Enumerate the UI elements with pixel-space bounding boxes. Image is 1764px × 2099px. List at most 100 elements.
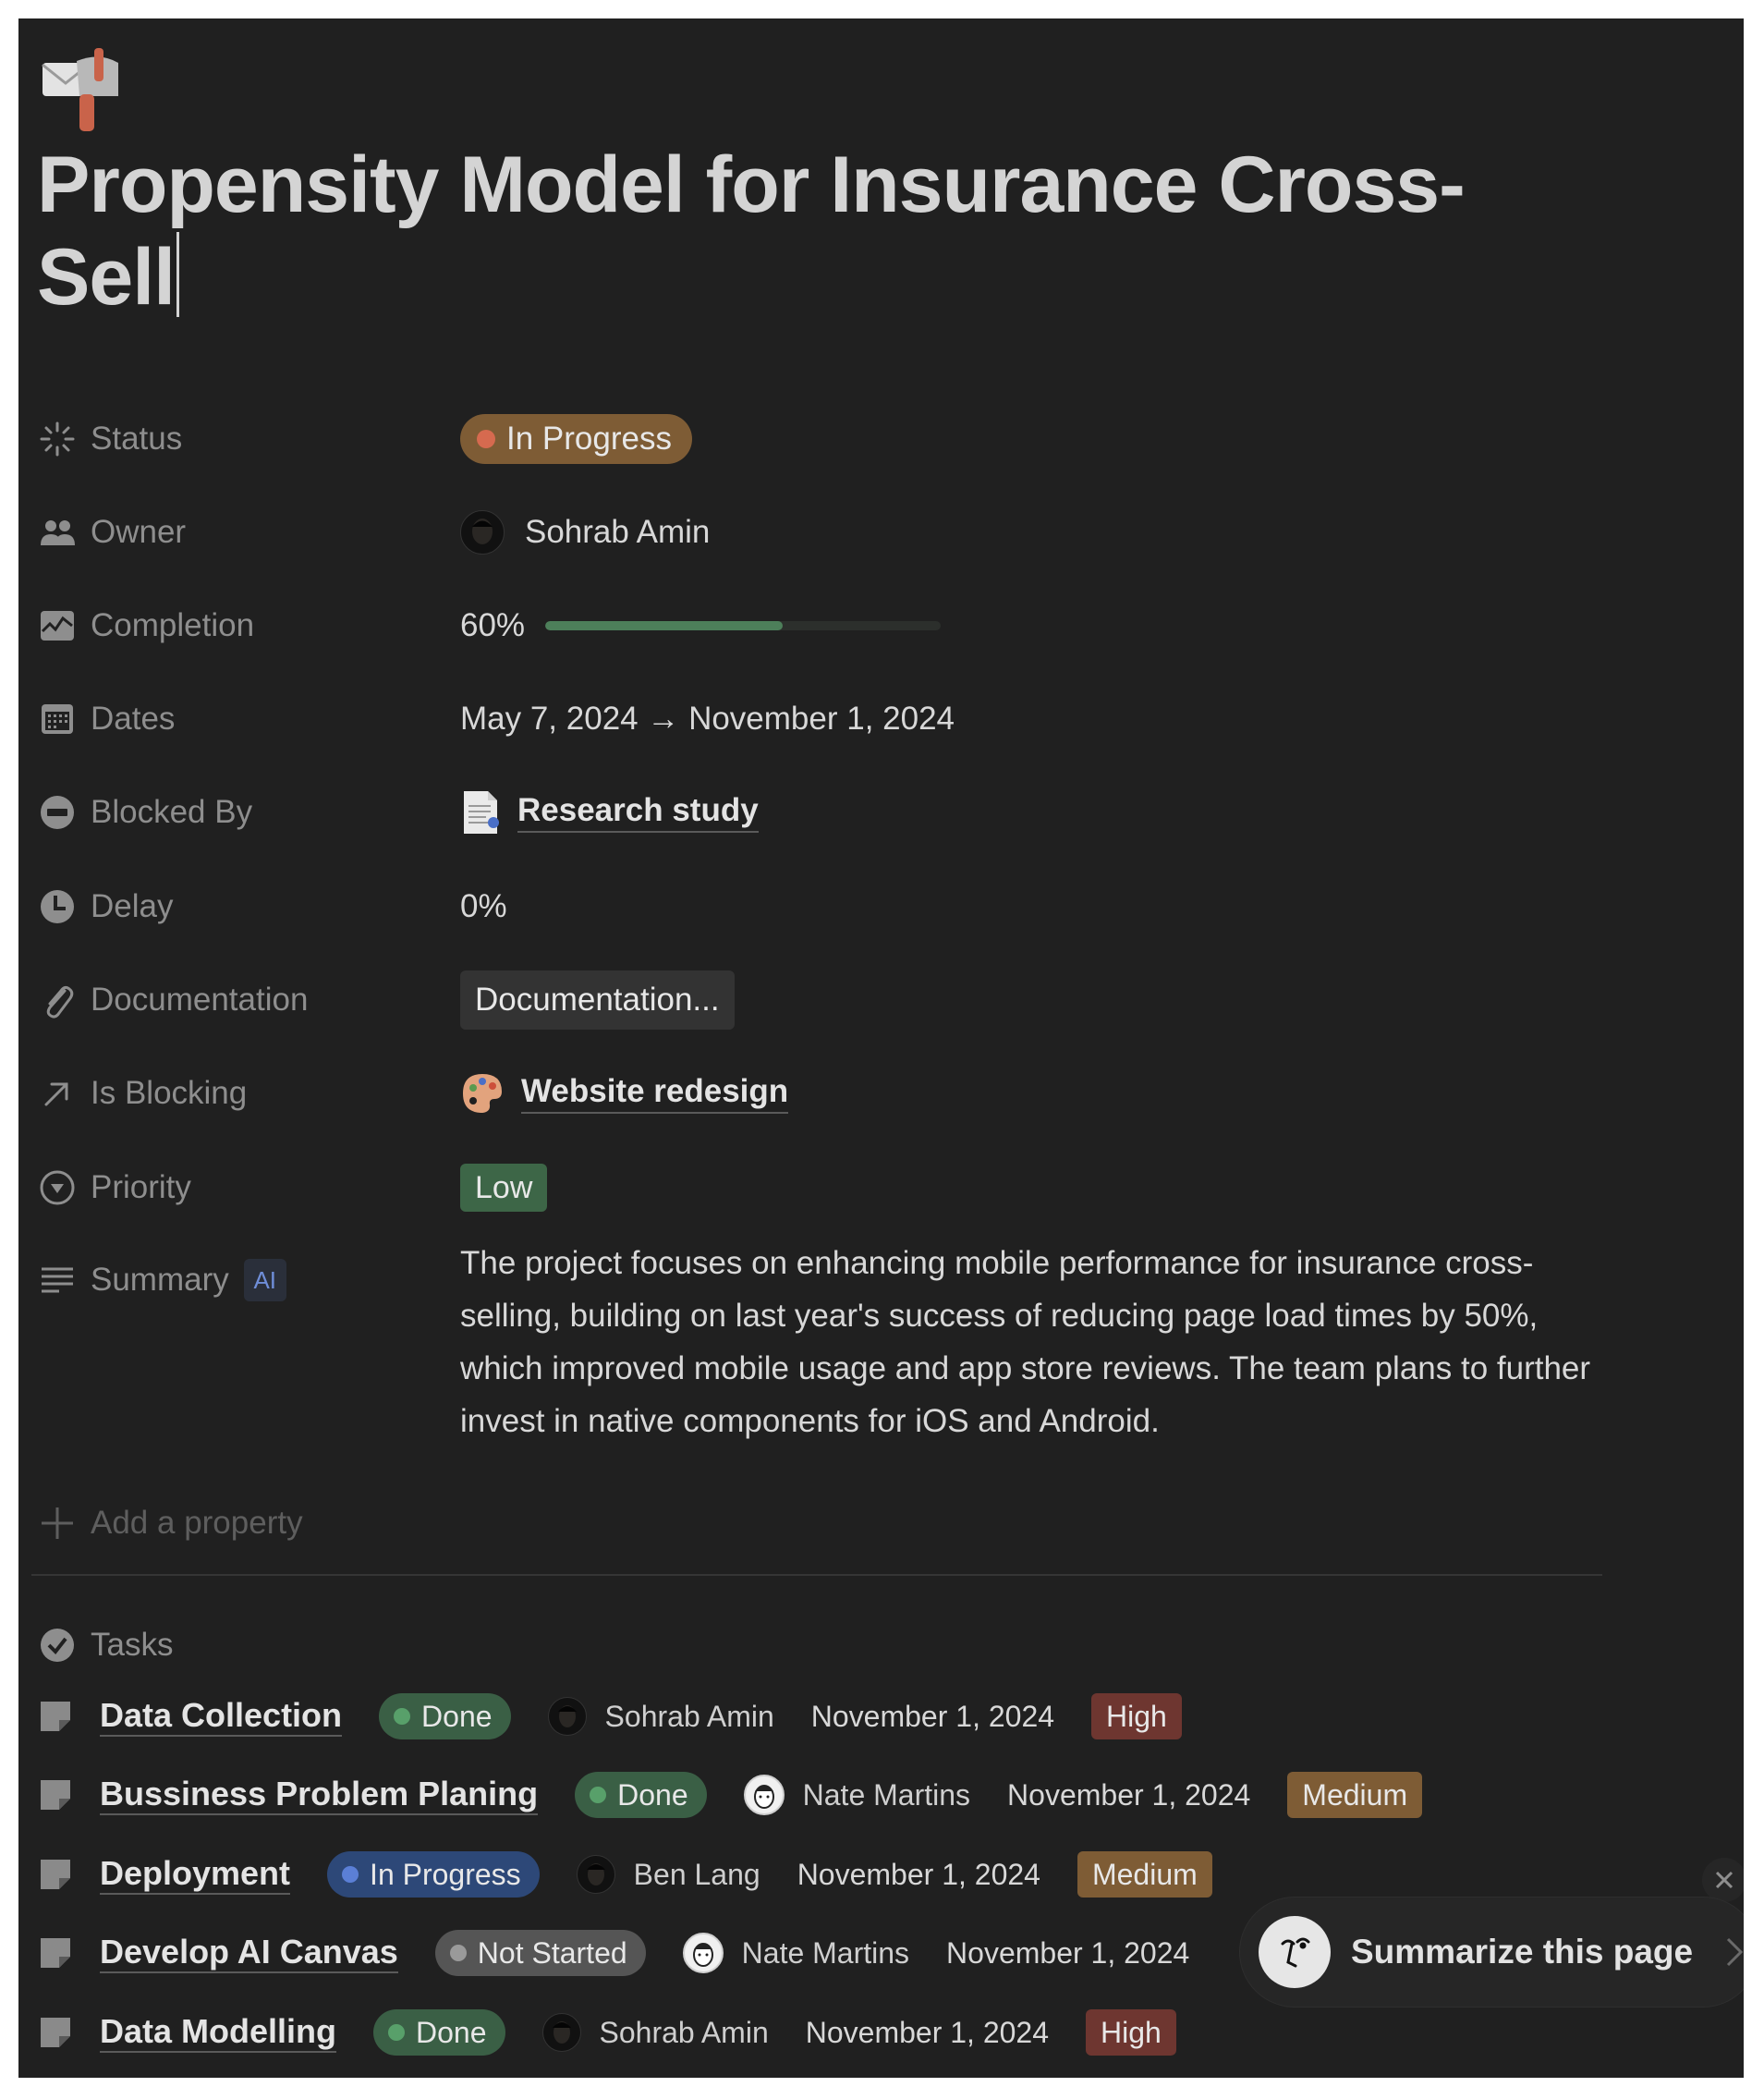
property-blocked-by: Blocked By Research study <box>18 785 1589 840</box>
property-status: Status In Progress <box>18 411 1589 467</box>
add-property-button[interactable]: Add a property <box>37 1495 303 1551</box>
task-status-badge[interactable]: Done <box>379 1693 511 1739</box>
task-status-badge[interactable]: Not Started <box>434 1930 646 1976</box>
avatar <box>460 510 505 555</box>
task-title-link[interactable]: Data Modelling <box>100 2012 337 2053</box>
delay-value[interactable]: 0% <box>460 879 507 934</box>
dates-value[interactable]: May 7, 2024 → November 1, 2024 <box>460 691 955 747</box>
chart-icon <box>37 605 78 646</box>
task-priority-tag[interactable]: Medium <box>1077 1851 1212 1898</box>
text-lines-icon <box>37 1260 78 1300</box>
plus-icon <box>37 1503 78 1544</box>
task-status-badge[interactable]: In Progress <box>327 1851 540 1898</box>
task-title-link[interactable]: Data Collection <box>100 1696 343 1737</box>
document-icon <box>460 789 501 836</box>
task-date[interactable]: November 1, 2024 <box>797 1858 1040 1892</box>
property-is-blocking: Is Blocking Website redesign <box>18 1066 1589 1121</box>
avatar <box>576 1855 615 1894</box>
task-date[interactable]: November 1, 2024 <box>806 2016 1049 2050</box>
property-dates: Dates May 7, 2024 → November 1, 2024 <box>18 691 1589 747</box>
arrow-up-right-icon <box>37 1073 78 1114</box>
task-row: Data Modelling Done Sohrab Amin November 1,… <box>37 2005 1176 2060</box>
check-circle-icon <box>37 1625 78 1666</box>
blocked-by-link[interactable]: Research study <box>517 792 759 833</box>
task-title-link[interactable]: Deployment <box>100 1854 291 1895</box>
paperclip-icon <box>37 980 78 1020</box>
task-owner[interactable]: Nate Martins <box>742 1936 909 1971</box>
property-label-completion[interactable]: Completion <box>37 598 444 653</box>
status-dot <box>388 2024 406 2041</box>
priority-tag[interactable]: Low <box>460 1164 548 1212</box>
calendar-icon <box>37 699 78 739</box>
avatar <box>743 1775 785 1815</box>
property-documentation: Documentation Documentation... <box>18 970 1589 1030</box>
task-owner[interactable]: Sohrab Amin <box>605 1700 774 1734</box>
task-owner[interactable]: Ben Lang <box>634 1858 760 1892</box>
status-dot <box>449 1945 467 1961</box>
task-date[interactable]: November 1, 2024 <box>1007 1778 1250 1812</box>
property-owner: Owner Sohrab Amin <box>18 505 1589 560</box>
property-completion: Completion 60% <box>18 598 1589 653</box>
page-icon <box>37 1776 74 1813</box>
page-icon <box>37 2014 74 2051</box>
property-label-summary[interactable]: Summary AI <box>37 1252 444 1308</box>
page-icon <box>37 1856 74 1893</box>
task-date[interactable]: November 1, 2024 <box>811 1700 1054 1734</box>
completion-progress-bar <box>545 621 942 630</box>
text-caret <box>176 232 179 317</box>
summarize-page-button[interactable]: Summarize this page <box>1240 1898 1744 2007</box>
task-row: Bussiness Problem Planing Done Nate Martin… <box>37 1767 1423 1823</box>
status-dot <box>342 1866 359 1883</box>
mailbox-icon[interactable] <box>35 44 128 133</box>
avatar <box>541 2013 581 2052</box>
palette-icon <box>460 1071 505 1116</box>
completion-progress-fill <box>545 621 783 630</box>
status-dot <box>590 1787 607 1803</box>
task-row: Develop AI Canvas Not Started Nate Martins… <box>37 1925 1226 1981</box>
notion-ai-face-icon <box>1259 1916 1331 1988</box>
documentation-file[interactable]: Documentation... <box>460 970 735 1030</box>
tasks-label[interactable]: Tasks <box>37 1617 173 1673</box>
property-label-status[interactable]: Status <box>37 411 444 467</box>
property-priority: Priority Low <box>18 1160 1589 1215</box>
task-date[interactable]: November 1, 2024 <box>946 1936 1189 1971</box>
avatar <box>547 1697 587 1736</box>
owner-value[interactable]: Sohrab Amin <box>460 505 710 560</box>
task-title-link[interactable]: Bussiness Problem Planing <box>100 1775 539 1815</box>
property-label-priority[interactable]: Priority <box>37 1160 444 1215</box>
clock-icon <box>37 886 78 927</box>
task-owner[interactable]: Sohrab Amin <box>600 2016 769 2050</box>
people-icon <box>37 512 78 553</box>
task-priority-tag[interactable]: High <box>1086 2009 1176 2056</box>
avatar <box>682 1933 724 1973</box>
priority-icon <box>37 1167 78 1208</box>
property-label-dates[interactable]: Dates <box>37 691 444 747</box>
close-icon <box>1715 1871 1734 1889</box>
property-label-is-blocking[interactable]: Is Blocking <box>37 1066 444 1121</box>
status-icon <box>37 419 78 459</box>
is-blocking-link[interactable]: Website redesign <box>521 1073 789 1114</box>
task-status-badge[interactable]: Done <box>575 1772 707 1818</box>
property-label-documentation[interactable]: Documentation <box>37 972 444 1028</box>
task-row: Data Collection Done Sohrab Amin November 1… <box>37 1689 1182 1744</box>
task-title-link[interactable]: Develop AI Canvas <box>100 1933 398 1973</box>
page-panel: Propensity Model for Insurance Cross-Sel… <box>18 18 1744 2078</box>
task-owner[interactable]: Nate Martins <box>803 1778 970 1812</box>
divider <box>31 1574 1602 1576</box>
task-priority-tag[interactable]: Medium <box>1287 1772 1423 1818</box>
status-dot <box>477 430 495 448</box>
property-label-delay[interactable]: Delay <box>37 879 444 934</box>
page-icon <box>37 1934 74 1971</box>
page-title[interactable]: Propensity Model for Insurance Cross-Sel… <box>37 139 1534 323</box>
page-icon <box>37 1698 74 1735</box>
task-status-badge[interactable]: Done <box>373 2009 505 2056</box>
property-label-owner[interactable]: Owner <box>37 505 444 560</box>
task-priority-tag[interactable]: High <box>1091 1693 1182 1739</box>
close-ai-popup-button[interactable] <box>1702 1858 1744 1902</box>
blocked-icon <box>37 792 78 833</box>
summary-text[interactable]: The project focuses on enhancing mobile … <box>460 1237 1615 1447</box>
ai-badge: AI <box>243 1259 286 1301</box>
property-label-blocked-by[interactable]: Blocked By <box>37 785 444 840</box>
task-row: Deployment In Progress Ben Lang November 1,… <box>37 1847 1212 1902</box>
status-badge[interactable]: In Progress <box>460 414 692 464</box>
